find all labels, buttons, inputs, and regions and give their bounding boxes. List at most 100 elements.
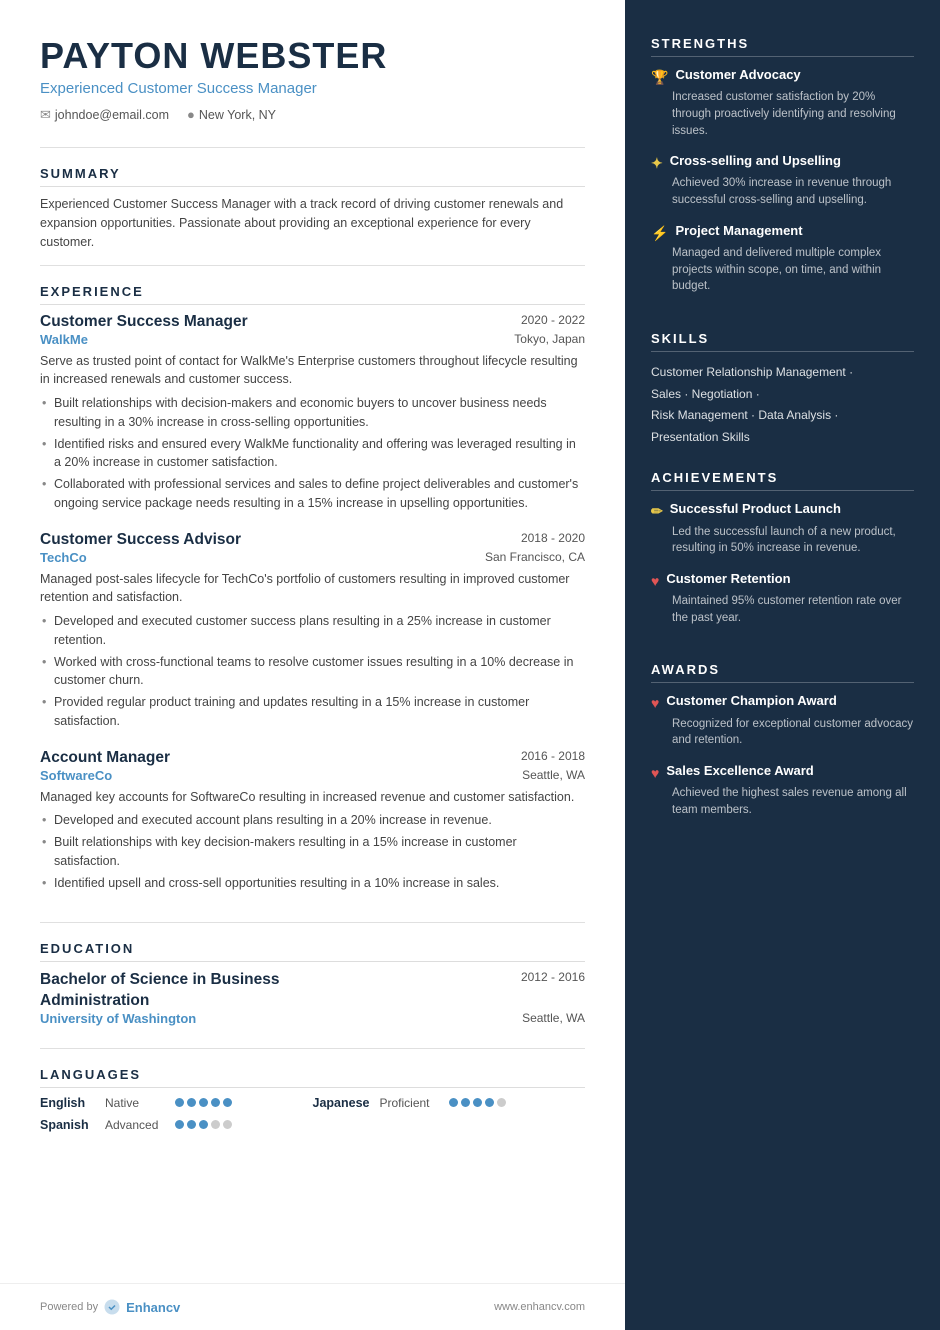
job-2-title: Customer Success Advisor [40,531,241,549]
job-3-header: Account Manager 2016 - 2018 [40,749,585,767]
trophy-icon: 🏆 [651,68,668,86]
job-3-bullets: Developed and executed account plans res… [40,811,585,892]
skills-line-1: Customer Relationship Management · [651,362,914,384]
location-icon: ● [187,107,195,122]
left-column: PAYTON WEBSTER Experienced Customer Succ… [0,0,625,1330]
lang-japanese-level: Proficient [379,1096,439,1110]
award-2: ♥ Sales Excellence Award Achieved the hi… [651,763,914,819]
strength-1-label: Customer Advocacy [675,67,800,84]
strength-1: 🏆 Customer Advocacy Increased customer s… [651,67,914,139]
languages-section: LANGUAGES English Native Japane [0,1049,625,1144]
job-3-location: Seattle, WA [522,768,585,782]
lang-english: English Native [40,1096,313,1110]
strength-3-label: Project Management [675,223,802,240]
award-heart-icon-2: ♥ [651,764,659,782]
bullet: Collaborated with professional services … [40,475,585,513]
strengths-title: STRENGTHS [651,36,914,57]
bullet: Built relationships with key decision-ma… [40,833,585,871]
powered-by-text: Powered by [40,1301,98,1313]
languages-grid: English Native Japanese Proficient [40,1096,585,1132]
job-2-company-line: TechCo San Francisco, CA [40,550,585,565]
achievement-2: ♥ Customer Retention Maintained 95% cust… [651,571,914,627]
dot [175,1120,184,1129]
bullet: Provided regular product training and up… [40,693,585,731]
strength-3-desc: Managed and delivered multiple complex p… [651,245,914,295]
bullet: Identified upsell and cross-sell opportu… [40,874,585,893]
summary-title: SUMMARY [40,166,585,187]
job-1-bullets: Built relationships with decision-makers… [40,394,585,513]
job-1-company: WalkMe [40,332,88,347]
job-1-dates: 2020 - 2022 [521,313,585,327]
lang-spanish-name: Spanish [40,1118,95,1132]
lang-japanese-dots [449,1098,506,1107]
experience-title: EXPERIENCE [40,284,585,305]
achievement-1: ✏ Successful Product Launch Led the succ… [651,501,914,557]
job-3-desc: Managed key accounts for SoftwareCo resu… [40,788,585,807]
location-item: ● New York, NY [187,107,276,122]
bullet: Worked with cross-functional teams to re… [40,653,585,691]
star-icon: ✦ [651,154,663,172]
job-3-title: Account Manager [40,749,170,767]
achievement-1-label: Successful Product Launch [670,501,841,518]
summary-section: SUMMARY Experienced Customer Success Man… [0,148,625,265]
heart-icon: ♥ [651,572,659,590]
award-1-title: ♥ Customer Champion Award [651,693,914,712]
achievements-section: ACHIEVEMENTS ✏ Successful Product Launch… [651,470,914,640]
job-3-company: SoftwareCo [40,768,112,783]
award-2-label: Sales Excellence Award [666,763,813,780]
job-2-header: Customer Success Advisor 2018 - 2020 [40,531,585,549]
job-3: Account Manager 2016 - 2018 SoftwareCo S… [40,749,585,893]
job-2-dates: 2018 - 2020 [521,531,585,545]
skills-list: Customer Relationship Management · Sales… [651,362,914,448]
strength-1-desc: Increased customer satisfaction by 20% t… [651,89,914,139]
job-1-desc: Serve as trusted point of contact for Wa… [40,352,585,390]
dot [199,1120,208,1129]
job-1: Customer Success Manager 2020 - 2022 Wal… [40,313,585,513]
achievement-2-desc: Maintained 95% customer retention rate o… [651,593,914,626]
skills-title: SKILLS [651,331,914,352]
award-1-label: Customer Champion Award [666,693,836,710]
award-heart-icon-1: ♥ [651,694,659,712]
strength-2-title: ✦ Cross-selling and Upselling [651,153,914,172]
bullet: Developed and executed customer success … [40,612,585,650]
lang-spanish-level: Advanced [105,1118,165,1132]
achievement-1-title: ✏ Successful Product Launch [651,501,914,520]
lang-spanish: Spanish Advanced [40,1118,313,1132]
languages-title: LANGUAGES [40,1067,585,1088]
job-1-company-line: WalkMe Tokyo, Japan [40,332,585,347]
enhancv-logo-icon [103,1298,121,1316]
bullet: Identified risks and ensured every WalkM… [40,435,585,473]
candidate-subtitle: Experienced Customer Success Manager [40,80,585,97]
lang-english-level: Native [105,1096,165,1110]
dot [187,1098,196,1107]
strength-1-title: 🏆 Customer Advocacy [651,67,914,86]
dot [497,1098,506,1107]
strength-3-title: ⚡ Project Management [651,223,914,242]
dot [199,1098,208,1107]
job-1-location: Tokyo, Japan [514,332,585,346]
awards-title: AWARDS [651,662,914,683]
edu-1-school: University of Washington [40,1011,196,1026]
experience-section: EXPERIENCE Customer Success Manager 2020… [0,266,625,923]
dot [187,1120,196,1129]
award-2-title: ♥ Sales Excellence Award [651,763,914,782]
achievements-title: ACHIEVEMENTS [651,470,914,491]
dot [211,1098,220,1107]
footer-url: www.enhancv.com [494,1301,585,1313]
strengths-section: STRENGTHS 🏆 Customer Advocacy Increased … [651,36,914,309]
resume-footer: Powered by Enhancv www.enhancv.com [0,1283,625,1330]
job-2-company: TechCo [40,550,87,565]
skills-section: SKILLS Customer Relationship Management … [651,331,914,448]
job-3-company-line: SoftwareCo Seattle, WA [40,768,585,783]
resume-wrapper: PAYTON WEBSTER Experienced Customer Succ… [0,0,940,1330]
dot [485,1098,494,1107]
email-icon: ✉ [40,107,51,123]
skills-line-4: Presentation Skills [651,427,914,449]
edu-1-dates: 2012 - 2016 [521,970,585,984]
lang-japanese-name: Japanese [313,1096,370,1110]
dot [175,1098,184,1107]
edu-1-school-line: University of Washington Seattle, WA [40,1011,585,1026]
lightning-icon: ⚡ [651,224,668,242]
job-2-bullets: Developed and executed customer success … [40,612,585,731]
skills-line-3: Risk Management · Data Analysis · [651,405,914,427]
